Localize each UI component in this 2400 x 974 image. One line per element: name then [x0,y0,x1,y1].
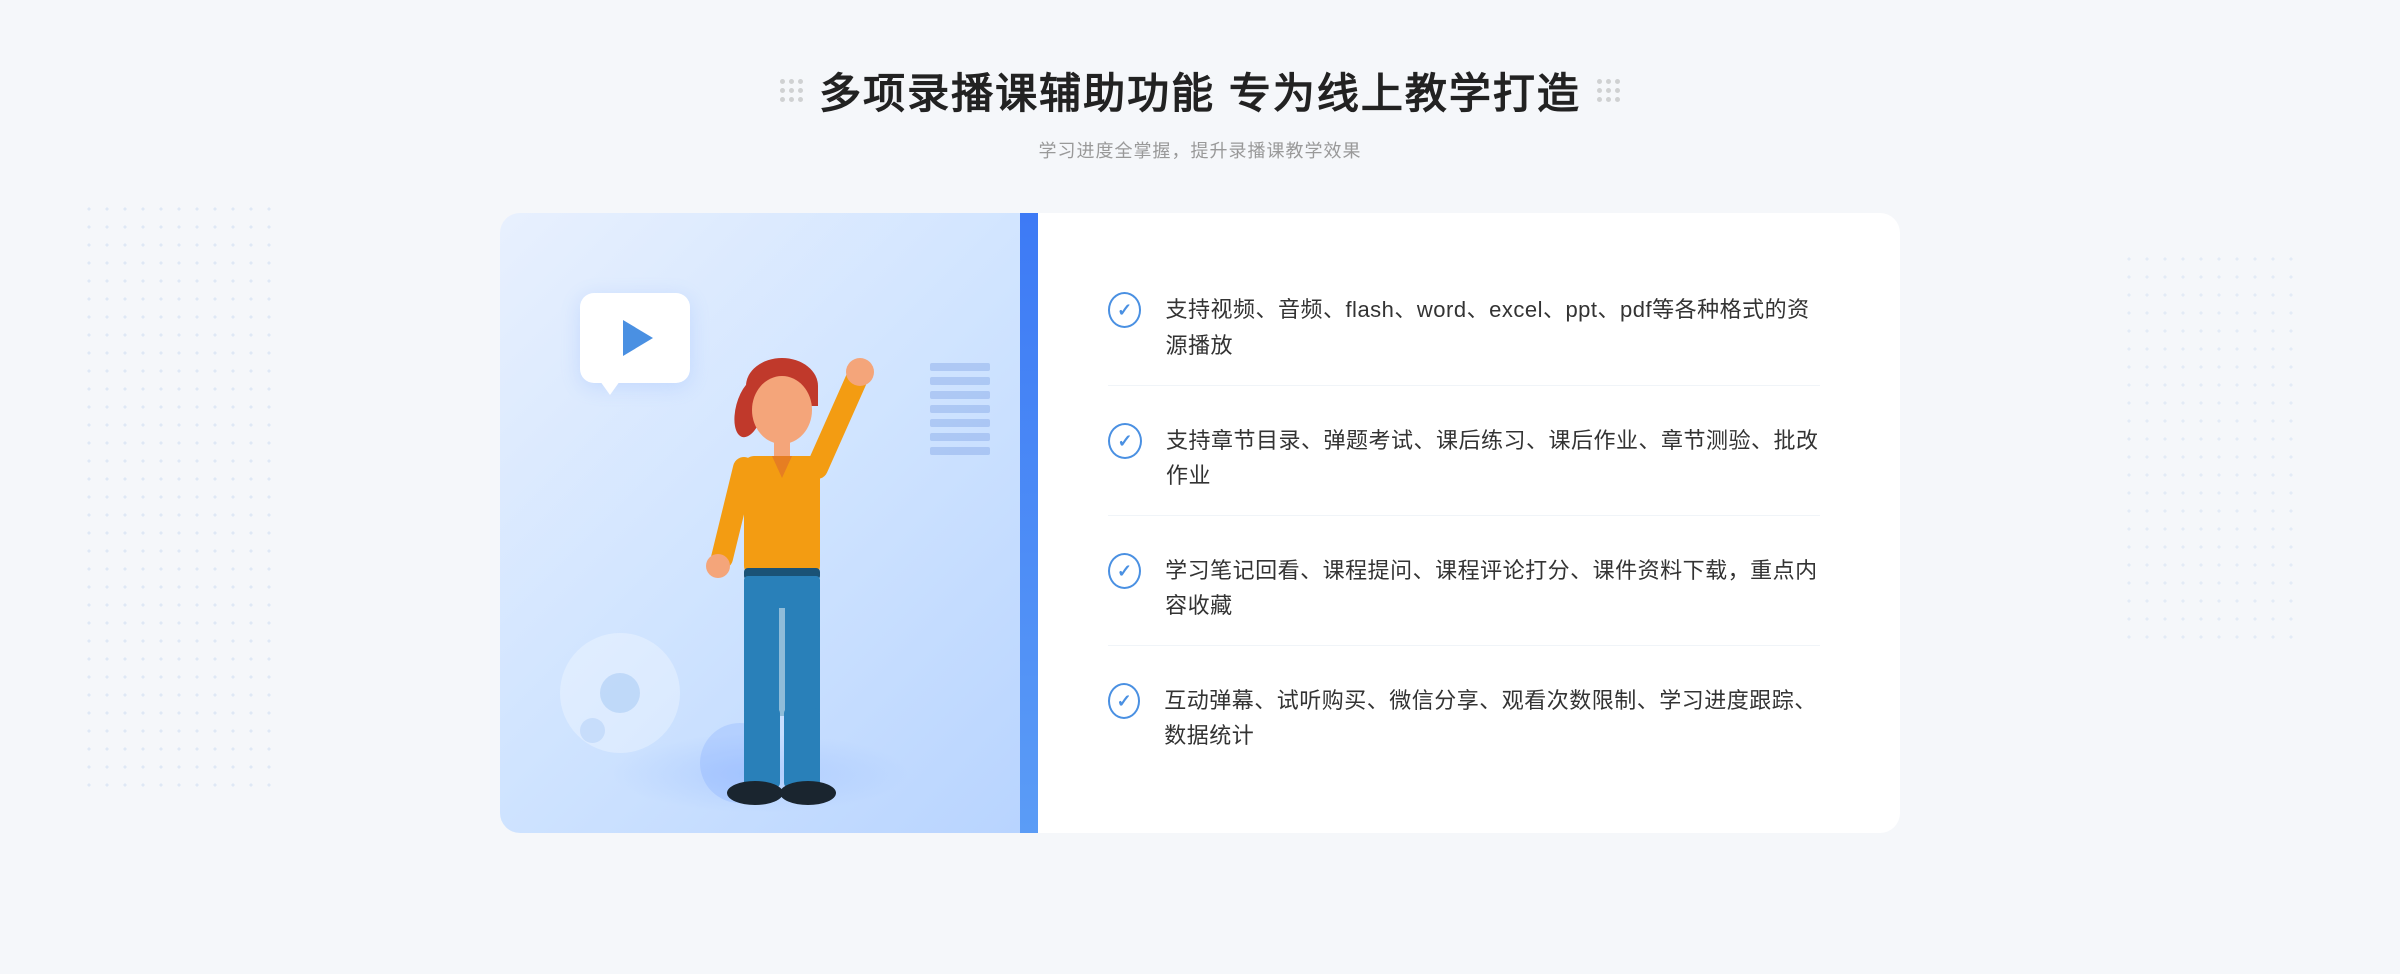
illustration-panel [500,213,1020,833]
page-subtitle: 学习进度全掌握，提升录播课教学效果 [780,137,1620,163]
content-area: » [500,213,1900,833]
feature-text-1: 支持视频、音频、flash、word、excel、ppt、pdf等各种格式的资源… [1165,292,1820,362]
feature-item-4: ✓ 互动弹幕、试听购买、微信分享、观看次数限制、学习进度跟踪、数据统计 [1108,661,1820,775]
check-icon-1: ✓ [1108,292,1141,328]
feature-item-1: ✓ 支持视频、音频、flash、word、excel、ppt、pdf等各种格式的… [1108,270,1820,385]
header-section: 多项录播课辅助功能 专为线上教学打造 学习进度全掌握，提升录播课教学效果 [780,60,1620,163]
page-container: 多项录播课辅助功能 专为线上教学打造 学习进度全掌握，提升录播课教学效果 » [0,0,2400,974]
features-panel: ✓ 支持视频、音频、flash、word、excel、ppt、pdf等各种格式的… [1038,213,1900,833]
feature-item-2: ✓ 支持章节目录、弹题考试、课后练习、课后作业、章节测验、批改作业 [1108,401,1820,516]
check-mark-3: ✓ [1117,562,1132,580]
deco-circle-2 [580,718,605,743]
check-icon-2: ✓ [1108,423,1142,459]
feature-text-4: 互动弹幕、试听购买、微信分享、观看次数限制、学习进度跟踪、数据统计 [1164,683,1820,753]
deco-circle-1 [600,673,640,713]
decorative-dots-right [1597,79,1620,102]
decorative-dots-left [780,79,803,102]
feature-item-3: ✓ 学习笔记回看、课程提问、课程评论打分、课件资料下载，重点内容收藏 [1108,531,1820,646]
title-row: 多项录播课辅助功能 专为线上教学打造 [780,60,1620,121]
check-mark-1: ✓ [1117,301,1132,319]
check-icon-4: ✓ [1108,683,1140,719]
check-mark-2: ✓ [1117,432,1132,450]
check-icon-3: ✓ [1108,553,1141,589]
feature-text-2: 支持章节目录、弹题考试、课后练习、课后作业、章节测验、批改作业 [1166,423,1820,493]
page-title: 多项录播课辅助功能 专为线上教学打造 [819,60,1581,121]
check-mark-4: ✓ [1117,692,1132,710]
play-icon [623,320,653,356]
blue-separator [1020,213,1038,833]
decorative-lines [930,363,990,483]
feature-text-3: 学习笔记回看、课程提问、课程评论打分、课件资料下载，重点内容收藏 [1165,553,1820,623]
human-figure [672,348,892,833]
